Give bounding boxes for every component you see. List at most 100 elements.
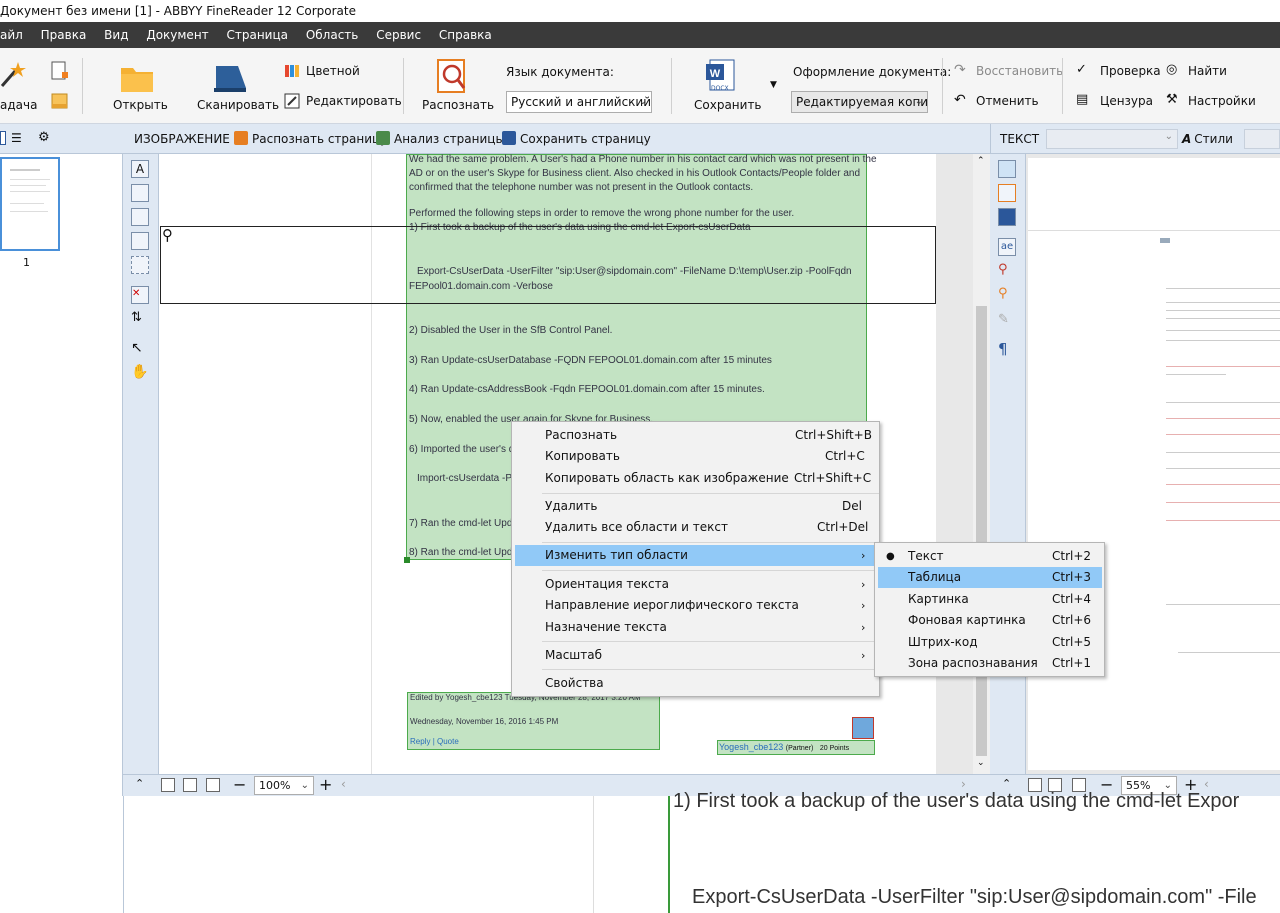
styles-button[interactable]: A Стили [1182,124,1233,154]
scroll-up-icon[interactable]: ⌃ [977,156,985,166]
check-button[interactable]: ✓ Проверка [1076,62,1161,82]
scroll-left-icon[interactable]: ‹ [341,777,346,791]
search-text-icon[interactable]: ⚲ [998,286,1016,304]
hand-tool-icon[interactable]: ✋ [131,364,149,382]
text-area-tool-icon[interactable]: A [131,160,149,178]
zoom-in-button[interactable]: + [319,775,332,795]
delete-area-tool-icon[interactable]: ✕ [131,286,149,304]
menu-item-zoom[interactable]: Масштаб › [512,645,879,666]
find-button[interactable]: ◎ Найти [1166,62,1246,82]
verify-icon[interactable]: ⚲ [998,262,1016,280]
background-picture-tool-icon[interactable] [131,208,149,226]
thumbnails-view-icon[interactable] [0,131,6,145]
image-zoom-value: 100% [259,779,291,792]
page-settings-icon[interactable]: ⚙ [38,130,54,146]
task-button[interactable]: адача [0,48,40,124]
recognize-button[interactable]: Распознать [416,48,494,124]
submenu-item-text[interactable]: ● Текст Ctrl+2 [875,546,1104,567]
text-frame-icon[interactable] [998,184,1016,202]
zoom-out-button[interactable]: − [233,775,246,795]
picture-area-tool-icon[interactable] [131,184,149,202]
scroll-down-icon[interactable]: ⌄ [977,758,985,768]
menu-item-text-purpose[interactable]: Назначение текста › [512,617,879,638]
submenu-item-table[interactable]: Таблица Ctrl+3 [878,567,1102,588]
menu-document[interactable]: Документ [146,22,208,48]
check-label: Проверка [1100,64,1161,78]
undo-label: Отменить [976,94,1039,108]
new-document-icon[interactable] [50,60,70,82]
spellcheck-mode-icon[interactable]: ae [998,238,1016,256]
image-zoom-select[interactable]: 100% ⌄ [254,776,314,795]
undo-button[interactable]: ↶ Отменить [954,92,1044,112]
insert-text-icon[interactable] [998,208,1016,226]
menu-view[interactable]: Вид [104,22,128,48]
page-thumbnail[interactable] [0,157,60,251]
region-handle[interactable] [404,557,410,563]
scroll-right-icon[interactable]: › [961,777,966,791]
scroll-left-icon[interactable]: ‹ [1204,777,1209,791]
font-select[interactable] [1244,129,1280,149]
import-icon[interactable] [50,90,70,112]
menu-page[interactable]: Страница [226,22,288,48]
menu-service[interactable]: Сервис [376,22,421,48]
restore-button[interactable]: ↷ Восстановить [954,62,1063,82]
save-button[interactable]: W DOCX Сохранить [684,48,762,124]
menu-item-recognize[interactable]: Распознать Ctrl+Shift+B [512,425,879,446]
barcode-area-tool-icon[interactable] [131,256,149,274]
menu-item-properties[interactable]: Свойства [512,673,879,694]
color-mode-button[interactable]: Цветной [284,62,364,82]
doc-format-select[interactable]: Редактируемая копия ⌄ [791,91,928,113]
recognized-text-page[interactable] [1028,158,1280,770]
collapse-up-icon[interactable]: ⌃ [135,777,144,790]
page-number: 1 [23,256,30,269]
fit-width-icon[interactable] [183,778,197,792]
text-pane[interactable] [1026,154,1280,774]
footer-region[interactable]: Edited by Yogesh_cbe123 Tuesday, Novembe… [407,692,660,750]
order-areas-tool-icon[interactable]: ⇅ [131,310,149,328]
select-tool-icon[interactable]: ↖ [131,340,149,358]
settings-button[interactable]: ⚒ Настройки [1166,92,1256,112]
submenu-item-background-picture[interactable]: Фоновая картинка Ctrl+6 [875,610,1104,631]
table-area-tool-icon[interactable] [131,232,149,250]
recognize-page-button[interactable]: Распознать страницу [234,124,387,154]
save-page-button[interactable]: Сохранить страницу [502,124,651,154]
menu-edit[interactable]: Правка [41,22,87,48]
show-image-icon[interactable] [998,160,1016,178]
style-select[interactable]: ⌄ [1046,129,1178,149]
find-label: Найти [1188,64,1227,78]
menu-item-copy-as-image[interactable]: Копировать область как изображение Ctrl+… [512,468,879,489]
save-dropdown-arrow[interactable]: ▼ [770,80,777,90]
edit-image-button[interactable]: Редактировать [284,92,402,112]
fit-height-icon[interactable] [206,778,220,792]
quote-link[interactable]: Quote [437,737,459,746]
menu-file[interactable]: айл [0,22,23,48]
author-region[interactable]: Yogesh_cbe123 (Partner) 20 Points [717,740,875,755]
analyze-page-button[interactable]: Анализ страницы [376,124,505,154]
menu-item-change-area-type[interactable]: Изменить тип области › [515,545,876,566]
menu-area[interactable]: Область [306,22,359,48]
menu-item-text-orientation[interactable]: Ориентация текста › [512,574,879,595]
styles-icon: A [1182,132,1192,146]
collapse-up-icon[interactable]: ⌃ [1002,777,1011,790]
paragraph-marks-icon[interactable]: ¶ [998,340,1016,358]
menu-item-delete-all[interactable]: Удалить все области и текст Ctrl+Del [512,517,879,538]
edit-text-icon[interactable]: ✎ [998,312,1016,330]
doc-language-select[interactable]: Русский и английский ⌄ [506,91,652,113]
fit-page-icon[interactable] [161,778,175,792]
scan-button[interactable]: Сканировать [192,48,279,124]
submenu-item-recognition-zone[interactable]: Зона распознавания Ctrl+1 [875,653,1104,674]
menu-help[interactable]: Справка [439,22,492,48]
scroll-thumb[interactable] [976,306,987,756]
details-view-icon[interactable]: ☰ [11,131,25,145]
reply-link[interactable]: Reply [410,737,430,746]
submenu-item-picture[interactable]: Картинка Ctrl+4 [875,589,1104,610]
censor-button[interactable]: ▤ Цензура [1076,92,1158,112]
menu-item-delete[interactable]: Удалить Del [512,496,879,517]
menu-item-copy[interactable]: Копировать Ctrl+C [512,446,879,467]
image-scrollbar[interactable]: ⌃ ⌄ [973,154,990,774]
open-button[interactable]: Открыть [105,48,169,124]
image-pane-title: ИЗОБРАЖЕНИЕ [134,132,230,146]
menu-item-cjk-direction[interactable]: Направление иероглифического текста › [512,595,879,616]
chevron-right-icon: › [861,549,866,562]
submenu-item-barcode[interactable]: Штрих-код Ctrl+5 [875,632,1104,653]
